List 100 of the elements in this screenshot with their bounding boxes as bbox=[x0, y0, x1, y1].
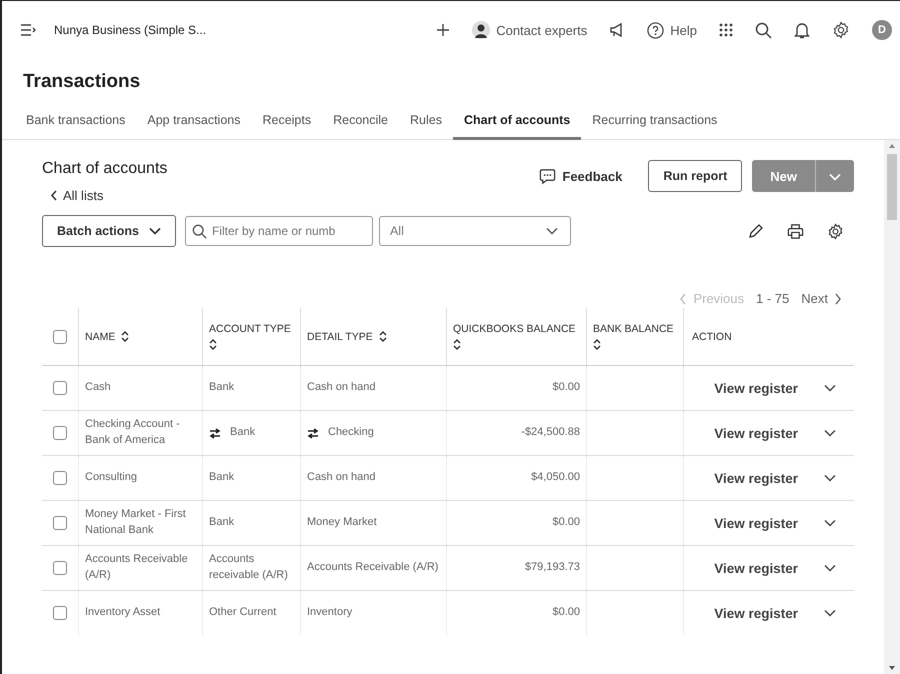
tab[interactable]: Rules bbox=[399, 107, 453, 140]
tab[interactable]: Recurring transactions bbox=[581, 107, 728, 140]
sort-icon bbox=[453, 339, 461, 350]
sort-icon bbox=[121, 331, 130, 342]
column-header[interactable]: ACTION bbox=[692, 330, 732, 342]
row-checkbox[interactable] bbox=[53, 516, 67, 530]
table-cell-text: Cash on hand bbox=[307, 470, 376, 486]
cell-text: Accounts receivable (A/R) bbox=[209, 552, 289, 583]
row-checkbox[interactable] bbox=[53, 606, 67, 620]
table-cell-text: Checking Account - Bank of America bbox=[85, 417, 181, 448]
column-header[interactable]: NAME bbox=[85, 330, 130, 342]
tab[interactable]: Receipts bbox=[251, 107, 322, 140]
table-cell-text: Inventory bbox=[307, 605, 352, 620]
table-cell-text: Cash bbox=[85, 380, 111, 396]
tab[interactable]: Reconcile bbox=[322, 107, 399, 140]
pencil-icon[interactable] bbox=[748, 223, 764, 239]
table-cell-text: Money Market bbox=[307, 515, 377, 530]
tab[interactable]: Chart of accounts bbox=[452, 107, 582, 140]
table-cell-text: Consulting bbox=[85, 470, 137, 486]
run-report-button[interactable]: Run report bbox=[648, 160, 742, 192]
table-cell-text: $4,050.00 bbox=[531, 470, 580, 486]
chevron-left-icon bbox=[50, 190, 58, 201]
select-all-checkbox[interactable] bbox=[53, 330, 67, 344]
chevron-down-icon[interactable] bbox=[824, 519, 836, 527]
table-cell-text: $79,193.73 bbox=[524, 560, 580, 576]
chevron-left-icon bbox=[679, 292, 688, 304]
table-cell-text: Accounts Receivable (A/R) bbox=[85, 552, 189, 583]
back-link[interactable]: All lists bbox=[50, 188, 168, 203]
next-button[interactable]: Next bbox=[801, 291, 842, 306]
user-avatar[interactable]: D bbox=[872, 20, 892, 40]
scroll-up-icon[interactable] bbox=[889, 144, 895, 148]
column-header[interactable]: QUICKBOOKS BALANCE bbox=[453, 323, 580, 350]
view-register-link[interactable]: View register bbox=[714, 380, 798, 396]
cell-text: Bank bbox=[230, 425, 256, 440]
table-cell-text: -$24,500.88 bbox=[521, 425, 580, 440]
feedback-button[interactable]: Feedback bbox=[539, 160, 622, 192]
table-cell-text: Money Market - First National Bank bbox=[85, 507, 187, 538]
scrollbar[interactable] bbox=[884, 140, 900, 674]
menu-icon[interactable] bbox=[20, 24, 36, 36]
chevron-down-icon[interactable] bbox=[824, 384, 836, 392]
bell-icon[interactable] bbox=[794, 21, 810, 39]
search-icon[interactable] bbox=[755, 22, 772, 38]
view-register-link[interactable]: View register bbox=[714, 560, 798, 576]
scroll-down-icon[interactable] bbox=[889, 666, 895, 670]
row-checkbox[interactable] bbox=[53, 381, 67, 395]
contact-experts-button[interactable]: Contact experts bbox=[472, 21, 588, 39]
cell-text: Other Current bbox=[209, 605, 276, 620]
chevron-down-icon[interactable] bbox=[824, 429, 836, 437]
sort-icon bbox=[378, 331, 387, 342]
chevron-down-icon bbox=[829, 172, 841, 180]
settings-icon[interactable] bbox=[827, 222, 844, 240]
plus-icon[interactable] bbox=[436, 23, 450, 37]
help-button[interactable]: Help bbox=[647, 22, 697, 38]
table-cell-text: $0.00 bbox=[552, 380, 580, 396]
view-register-link[interactable]: View register bbox=[714, 426, 798, 440]
chevron-down-icon bbox=[148, 227, 161, 235]
view-register-link[interactable]: View register bbox=[714, 470, 798, 486]
row-checkbox[interactable] bbox=[53, 426, 67, 440]
settings-icon[interactable] bbox=[832, 21, 850, 39]
chevron-down-icon bbox=[546, 227, 558, 235]
cell-text: Bank bbox=[209, 515, 234, 530]
chevron-down-icon[interactable] bbox=[824, 564, 836, 572]
search-icon bbox=[192, 224, 207, 239]
row-checkbox[interactable] bbox=[53, 471, 67, 485]
column-header[interactable]: DETAIL TYPE bbox=[307, 330, 387, 342]
column-header[interactable]: ACCOUNT TYPE bbox=[209, 323, 294, 350]
cell-text: Bank bbox=[209, 470, 234, 486]
sort-icon bbox=[209, 339, 217, 350]
scrollbar-thumb[interactable] bbox=[887, 154, 897, 220]
chevron-down-icon[interactable] bbox=[824, 474, 836, 482]
tab[interactable]: Bank transactions bbox=[15, 107, 136, 140]
printer-icon[interactable] bbox=[787, 222, 804, 240]
view-register-link[interactable]: View register bbox=[714, 606, 798, 620]
apps-grid-icon[interactable] bbox=[719, 23, 733, 37]
cell-text: Bank bbox=[209, 380, 234, 396]
bank-link-icon bbox=[307, 428, 319, 438]
tab[interactable]: App transactions bbox=[136, 107, 252, 140]
type-dropdown[interactable]: All bbox=[378, 216, 571, 246]
table-cell-text: Accounts Receivable (A/R) bbox=[307, 560, 438, 576]
view-register-link[interactable]: View register bbox=[714, 516, 798, 530]
chat-bubble-icon bbox=[539, 168, 556, 184]
page-title: Transactions bbox=[23, 71, 142, 93]
row-checkbox[interactable] bbox=[53, 561, 67, 575]
chevron-right-icon bbox=[834, 292, 842, 304]
bank-link-icon bbox=[209, 428, 221, 438]
page-range: 1 - 75 bbox=[756, 291, 790, 306]
table-cell-text: Cash on hand bbox=[307, 380, 376, 396]
panel-title: Chart of accounts bbox=[42, 160, 168, 178]
chevron-down-icon[interactable] bbox=[824, 609, 836, 617]
table-cell-text: Checking bbox=[328, 425, 374, 440]
question-icon bbox=[647, 22, 664, 38]
sort-icon bbox=[593, 339, 601, 350]
column-header[interactable]: BANK BALANCE bbox=[593, 323, 677, 350]
company-name[interactable]: Nunya Business (Simple S... bbox=[54, 23, 206, 37]
table-cell-text: $0.00 bbox=[552, 515, 580, 530]
batch-actions-button[interactable]: Batch actions bbox=[42, 215, 176, 247]
person-icon bbox=[472, 21, 490, 39]
table-cell-text: $0.00 bbox=[552, 605, 580, 620]
table-cell-text: Inventory Asset bbox=[85, 605, 160, 620]
filter-field[interactable]: Filter by name or numb bbox=[184, 216, 373, 246]
